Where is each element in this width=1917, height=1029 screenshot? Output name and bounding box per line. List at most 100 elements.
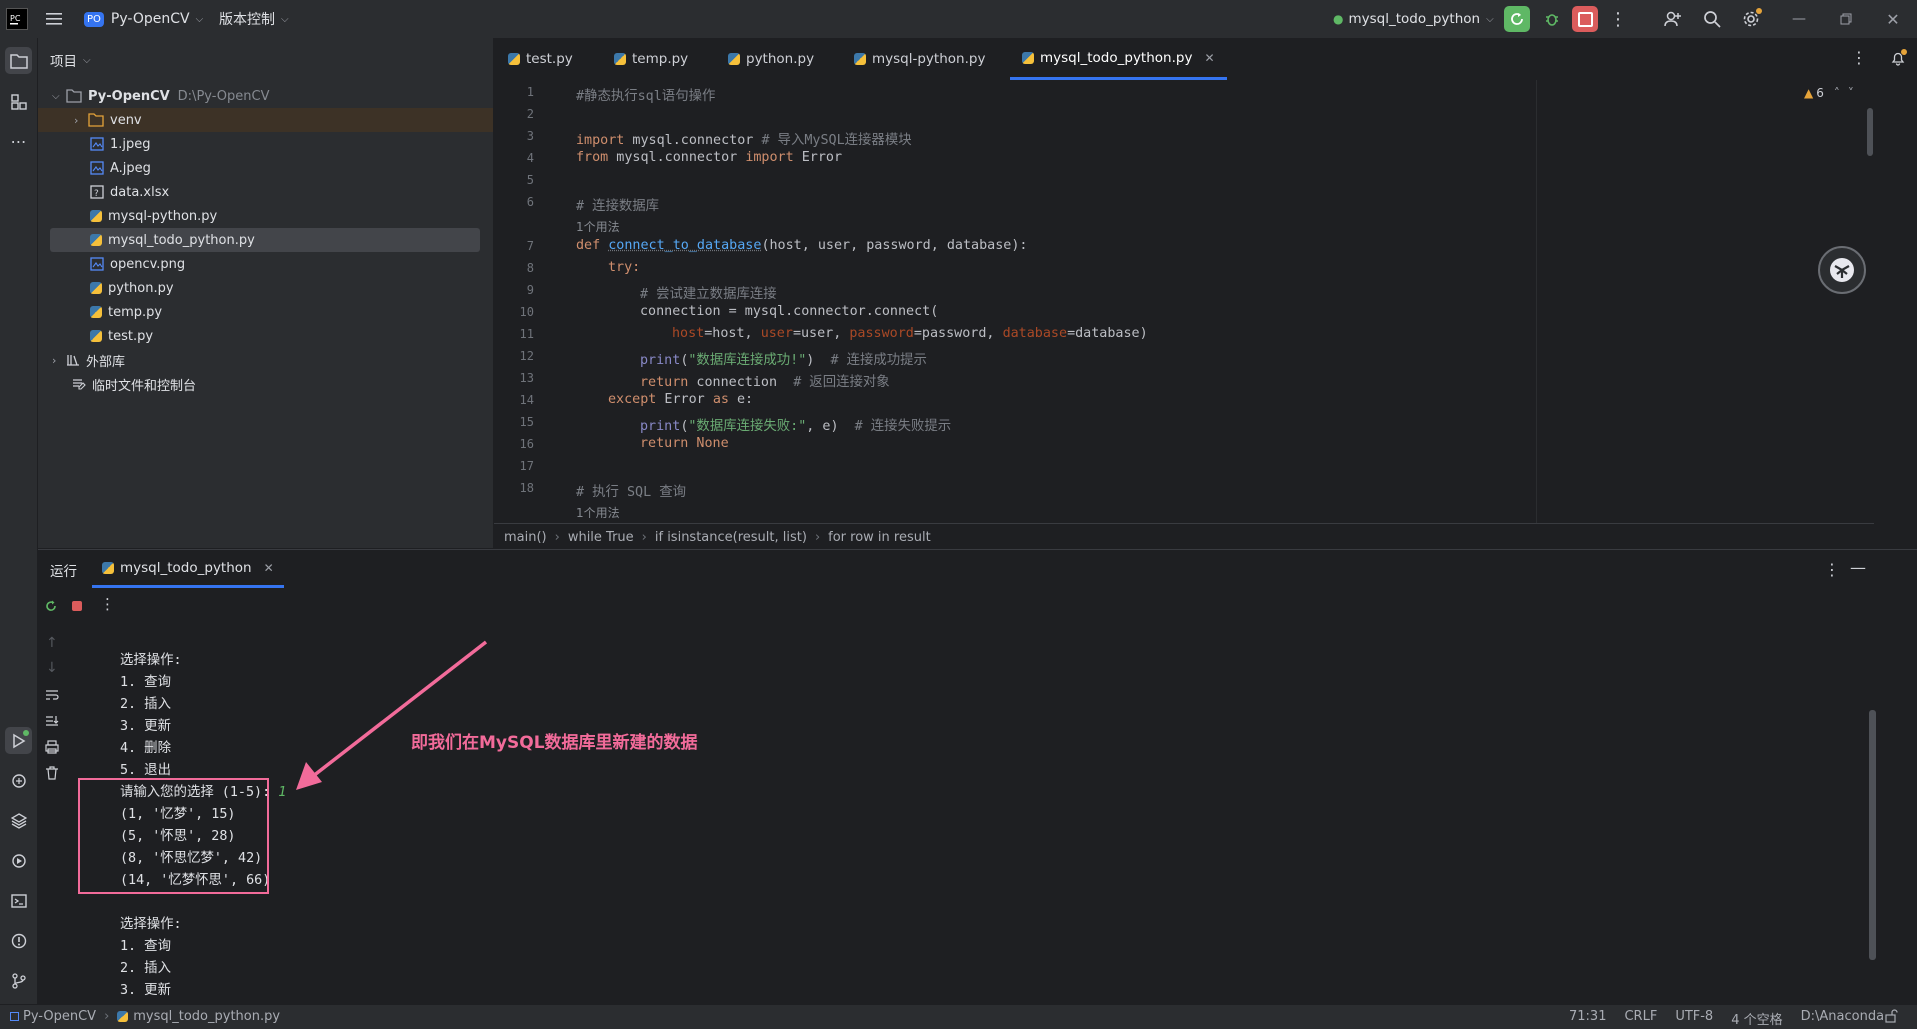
project-switcher[interactable]: PO Py-OpenCV ⌵ [84, 0, 203, 38]
run-options-icon[interactable]: ⋮ [1824, 560, 1840, 579]
chevron-right-icon: › [815, 530, 820, 545]
status-breadcrumb[interactable]: Py-OpenCV › mysql_todo_python.py [10, 1009, 280, 1024]
tab-temp-py[interactable]: temp.py [614, 38, 688, 80]
tree-item-data-xlsx[interactable]: ? data.xlsx [38, 180, 493, 204]
caret-position[interactable]: 71:31 [1569, 1009, 1606, 1028]
tree-item-mysql-todo-python[interactable]: mysql_todo_python.py [50, 228, 480, 252]
pycharm-logo-icon[interactable]: PC [6, 8, 28, 30]
tree-item-temp-py[interactable]: temp.py [38, 300, 493, 324]
project-panel-header[interactable]: 项目 ⌵ [50, 50, 91, 70]
usage-hint[interactable]: 1个用法 [576, 218, 620, 235]
chevron-up-icon[interactable]: ˄ [1834, 86, 1840, 100]
tree-item-python-py[interactable]: python.py [38, 276, 493, 300]
more-actions-icon[interactable]: ⋮ [1608, 6, 1628, 32]
arrow-up-icon[interactable]: ↑ [46, 635, 58, 651]
stop-button[interactable] [1572, 6, 1598, 32]
tab-python-py[interactable]: python.py [728, 38, 814, 80]
breadcrumb-item[interactable]: if isinstance(result, list) [655, 530, 807, 545]
tab-options-icon[interactable]: ⋮ [1851, 48, 1867, 67]
tree-item-label: data.xlsx [110, 185, 169, 200]
debug-icon[interactable] [1539, 6, 1565, 32]
tree-item-venv[interactable]: › venv [38, 108, 493, 132]
tree-root[interactable]: ⌵ Py-OpenCV D:\Py-OpenCV [38, 84, 493, 108]
soft-wrap-icon[interactable] [45, 688, 59, 706]
terminal-icon[interactable] [5, 887, 32, 914]
tab-label: test.py [526, 51, 573, 67]
chevron-down-icon: ⌵ [281, 14, 289, 25]
rerun-button[interactable] [1504, 6, 1530, 32]
vcs-menu[interactable]: 版本控制 ⌵ [219, 0, 289, 38]
run-panel: 运行 mysql_todo_python ✕ ⋮ — ⋮ ↑ ↓ 选择操作: 1… [38, 549, 1917, 1005]
hide-panel-icon[interactable]: — [1850, 558, 1866, 577]
run-tool-icon[interactable] [5, 727, 32, 754]
lock-icon[interactable] [1884, 1009, 1898, 1027]
project-tool-icon[interactable] [5, 47, 32, 74]
usage-hint[interactable]: 1个用法 [576, 504, 620, 521]
trash-icon[interactable] [45, 766, 59, 784]
rerun-icon[interactable] [42, 597, 60, 615]
breadcrumb-item[interactable]: for row in result [828, 530, 931, 545]
line-number: 9 [494, 283, 534, 297]
structure-tool-icon[interactable] [5, 88, 32, 115]
chevron-down-icon[interactable]: ˅ [1848, 86, 1854, 100]
stop-icon[interactable] [68, 597, 86, 615]
settings-icon[interactable] [1738, 6, 1764, 32]
tree-item-scratches[interactable]: 临时文件和控制台 [38, 372, 493, 396]
print-icon[interactable] [45, 740, 59, 758]
scratches-icon [72, 377, 86, 391]
services-icon[interactable] [5, 847, 32, 874]
tab-label: mysql-python.py [872, 51, 985, 67]
more-options-icon[interactable]: ⋮ [100, 595, 115, 613]
add-user-icon[interactable] [1660, 6, 1686, 32]
python-packages-icon[interactable] [5, 807, 32, 834]
python-file-icon [90, 306, 102, 318]
tree-item-opencv-png[interactable]: opencv.png [38, 252, 493, 276]
python-console-icon[interactable] [5, 767, 32, 794]
indent-setting[interactable]: 4 个空格 [1731, 1009, 1782, 1028]
inspection-widget[interactable]: ▲ 6 ˄ ˅ [1804, 86, 1854, 100]
run-config-selector[interactable]: ● mysql_todo_python ⌵ [1333, 0, 1494, 38]
tree-item-label: temp.py [108, 305, 162, 320]
ai-assistant-icon[interactable] [1818, 246, 1866, 294]
arrow-down-icon[interactable]: ↓ [46, 660, 58, 676]
tab-mysql-python-py[interactable]: mysql-python.py [854, 38, 985, 80]
tree-item-external-libraries[interactable]: › 外部库 [38, 348, 493, 372]
tree-item-mysql-python[interactable]: mysql-python.py [38, 204, 493, 228]
project-panel-title: 项目 [50, 50, 77, 70]
image-file-icon [90, 161, 104, 175]
tab-test-py[interactable]: test.py [508, 38, 573, 80]
tree-item-label: mysql_todo_python.py [108, 233, 255, 248]
python-interpreter[interactable]: D:\Anaconda [1801, 1009, 1884, 1028]
minimize-icon[interactable]: — [1786, 6, 1812, 32]
console-line: 选择操作: [120, 912, 182, 932]
tab-mysql-todo-python-py[interactable]: mysql_todo_python.py ✕ [1010, 38, 1227, 80]
close-icon[interactable]: ✕ [1880, 6, 1906, 32]
main-menu-icon[interactable] [44, 9, 64, 29]
editor-tabs: test.py temp.py python.py mysql-python.p… [494, 38, 1917, 81]
notifications-icon[interactable] [1886, 46, 1910, 70]
code-line: except Error as e: [576, 392, 753, 407]
breadcrumb-item[interactable]: main() [504, 530, 547, 545]
restore-icon[interactable] [1833, 6, 1859, 32]
chevron-right-icon: › [555, 530, 560, 545]
annotation-arrow [288, 640, 488, 800]
tree-item-label: test.py [108, 329, 153, 344]
editor-scrollbar[interactable] [1867, 108, 1873, 156]
breadcrumb-item[interactable]: while True [568, 530, 634, 545]
search-icon[interactable] [1699, 6, 1725, 32]
tree-item-1-jpeg[interactable]: 1.jpeg [38, 132, 493, 156]
problems-icon[interactable] [5, 927, 32, 954]
status-file: mysql_todo_python.py [133, 1009, 280, 1024]
close-tab-icon[interactable]: ✕ [264, 561, 274, 575]
code-editor[interactable]: ▲ 6 ˄ ˅ 1 2 3 4 5 6 7 8 9 10 11 12 13 14… [494, 80, 1917, 523]
git-icon[interactable] [5, 967, 32, 994]
more-tools-icon[interactable]: ⋯ [5, 128, 32, 155]
close-tab-icon[interactable]: ✕ [1204, 51, 1214, 65]
console-scrollbar[interactable] [1869, 710, 1876, 960]
scroll-to-end-icon[interactable] [45, 714, 59, 732]
run-tab[interactable]: mysql_todo_python ✕ [92, 550, 284, 588]
file-encoding[interactable]: UTF-8 [1675, 1009, 1713, 1028]
line-separator[interactable]: CRLF [1624, 1009, 1657, 1028]
tree-item-test-py[interactable]: test.py [38, 324, 493, 348]
tree-item-a-jpeg[interactable]: A.jpeg [38, 156, 493, 180]
